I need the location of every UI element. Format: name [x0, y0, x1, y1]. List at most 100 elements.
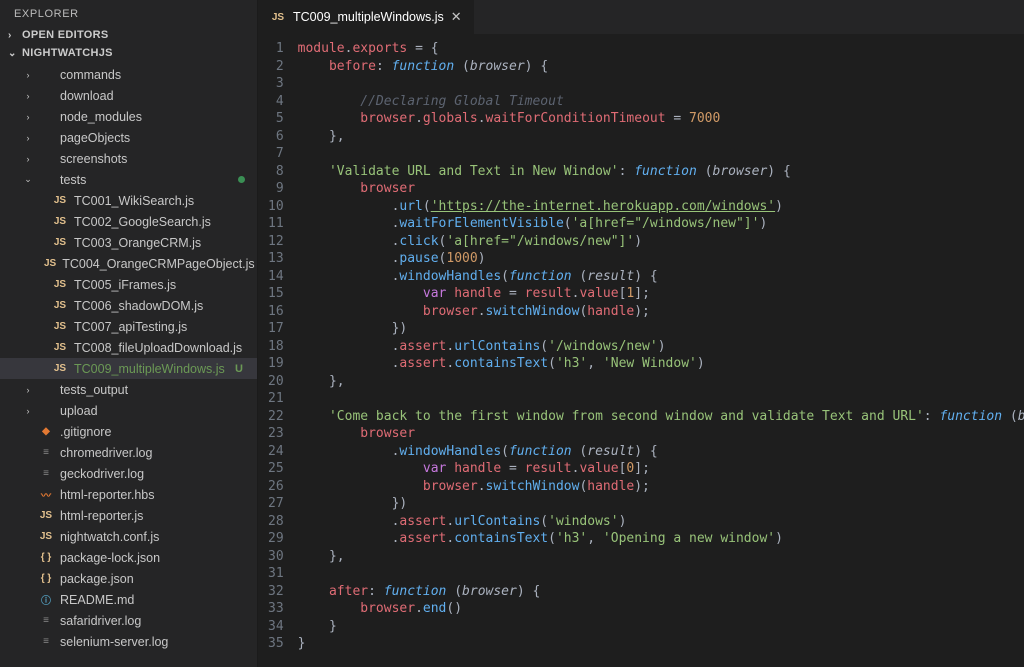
folder-pageObjects[interactable]: › pageObjects: [0, 127, 257, 148]
file-tree: ›commands›download›node_modules›pageObje…: [0, 62, 257, 654]
chevron-right-icon: ›: [24, 406, 32, 416]
file-TC009_multipleWindows.js[interactable]: JS TC009_multipleWindows.js U: [0, 358, 257, 379]
tree-item-label: TC008_fileUploadDownload.js: [74, 341, 242, 355]
file-selenium-server.log[interactable]: ≡selenium-server.log: [0, 631, 257, 652]
close-icon[interactable]: ✕: [451, 9, 462, 25]
tree-item-label: download: [60, 89, 114, 103]
file-TC003_OrangeCRM.js[interactable]: JS TC003_OrangeCRM.js: [0, 232, 257, 253]
log-file-icon: ≡: [38, 466, 54, 482]
open-editors-label: OPEN EDITORS: [22, 29, 109, 41]
tree-item-label: pageObjects: [60, 131, 130, 145]
folder-icon: [38, 382, 54, 398]
folder-icon: [38, 130, 54, 146]
tree-item-label: TC009_multipleWindows.js: [74, 362, 225, 376]
js-file-icon: JS: [52, 340, 68, 356]
tree-item-label: package-lock.json: [60, 551, 160, 565]
code-area[interactable]: 1 2 3 4 5 6 7 8 9 10 11 12 13 14 15 16 1…: [258, 34, 1024, 667]
tab-active[interactable]: JS TC009_multipleWindows.js ✕: [258, 0, 475, 34]
folder-node_modules[interactable]: › node_modules: [0, 106, 257, 127]
tree-item-label: tests_output: [60, 383, 128, 397]
folder-commands[interactable]: ›commands: [0, 64, 257, 85]
file-geckodriver.log[interactable]: ≡ geckodriver.log: [0, 463, 257, 484]
js-file-icon: JS: [52, 361, 68, 377]
tree-item-label: TC004_OrangeCRMPageObject.js: [62, 257, 254, 271]
project-section[interactable]: ⌄ NIGHTWATCHJS: [0, 44, 257, 62]
tree-item-label: safaridriver.log: [60, 614, 141, 628]
tree-item-label: screenshots: [60, 152, 127, 166]
json-file-icon: { }: [38, 571, 54, 587]
tree-item-label: chromedriver.log: [60, 446, 152, 460]
file-nightwatch.conf.js[interactable]: JS nightwatch.conf.js: [0, 526, 257, 547]
tree-item-label: TC002_GoogleSearch.js: [74, 215, 211, 229]
line-number-gutter: 1 2 3 4 5 6 7 8 9 10 11 12 13 14 15 16 1…: [258, 34, 298, 667]
js-file-icon: JS: [52, 319, 68, 335]
code-content[interactable]: module.exports = { before: function (bro…: [298, 34, 1024, 667]
git-status-badge: U: [235, 363, 243, 375]
chevron-right-icon: ›: [24, 385, 32, 395]
explorer-title: EXPLORER: [0, 0, 257, 26]
file-html-reporter.hbs[interactable]: 〰html-reporter.hbs: [0, 484, 257, 505]
explorer-sidebar: EXPLORER › OPEN EDITORS ⌄ NIGHTWATCHJS ›…: [0, 0, 258, 667]
tree-item-label: tests: [60, 173, 86, 187]
folder-icon: [38, 403, 54, 419]
tree-item-label: geckodriver.log: [60, 467, 144, 481]
tree-item-label: node_modules: [60, 110, 142, 124]
json-file-icon: { }: [38, 550, 54, 566]
file-html-reporter.js[interactable]: JS html-reporter.js: [0, 505, 257, 526]
folder-upload[interactable]: › upload: [0, 400, 257, 421]
js-file-icon: JS: [38, 529, 54, 545]
hbs-file-icon: 〰: [38, 487, 54, 503]
folder-screenshots[interactable]: › screenshots: [0, 148, 257, 169]
folder-tests_output[interactable]: › tests_output: [0, 379, 257, 400]
tree-item-label: nightwatch.conf.js: [60, 530, 159, 544]
project-name-label: NIGHTWATCHJS: [22, 47, 113, 59]
file-TC001_WikiSearch.js[interactable]: JSTC001_WikiSearch.js: [0, 190, 257, 211]
file-TC002_GoogleSearch.js[interactable]: JS TC002_GoogleSearch.js: [0, 211, 257, 232]
js-file-icon: JS: [52, 214, 68, 230]
folder-icon: [38, 67, 54, 83]
js-file-icon: JS: [270, 9, 286, 25]
tree-item-label: TC005_iFrames.js: [74, 278, 176, 292]
tree-item-label: TC001_WikiSearch.js: [74, 194, 194, 208]
log-file-icon: ≡: [38, 613, 54, 629]
js-file-icon: JS: [38, 508, 54, 524]
file-.gitignore[interactable]: ◆.gitignore: [0, 421, 257, 442]
file-TC007_apiTesting.js[interactable]: JS TC007_apiTesting.js: [0, 316, 257, 337]
chevron-right-icon: ›: [24, 133, 32, 143]
file-TC004_OrangeCRMPageObject.js[interactable]: JS TC004_OrangeCRMPageObject.js: [0, 253, 257, 274]
tab-filename: TC009_multipleWindows.js: [293, 10, 444, 24]
tree-item-label: upload: [60, 404, 98, 418]
tree-item-label: TC003_OrangeCRM.js: [74, 236, 201, 250]
chevron-right-icon: ›: [24, 112, 32, 122]
log-file-icon: ≡: [38, 634, 54, 650]
js-file-icon: JS: [44, 256, 56, 272]
tree-item-label: TC007_apiTesting.js: [74, 320, 187, 334]
folder-icon: [38, 88, 54, 104]
file-TC006_shadowDOM.js[interactable]: JSTC006_shadowDOM.js: [0, 295, 257, 316]
log-file-icon: ≡: [38, 445, 54, 461]
tree-item-label: README.md: [60, 593, 134, 607]
folder-tests[interactable]: ⌄ tests: [0, 169, 257, 190]
folder-download[interactable]: › download: [0, 85, 257, 106]
chevron-down-icon: ⌄: [8, 48, 18, 59]
chevron-right-icon: ›: [8, 30, 18, 41]
tree-item-label: package.json: [60, 572, 134, 586]
folder-icon: [38, 172, 54, 188]
file-package-lock.json[interactable]: { } package-lock.json: [0, 547, 257, 568]
tree-item-label: commands: [60, 68, 121, 82]
chevron-right-icon: ›: [24, 154, 32, 164]
tree-item-label: html-reporter.js: [60, 509, 143, 523]
tree-item-label: .gitignore: [60, 425, 111, 439]
file-README.md[interactable]: ⓘ README.md: [0, 589, 257, 610]
file-TC008_fileUploadDownload.js[interactable]: JS TC008_fileUploadDownload.js: [0, 337, 257, 358]
folder-icon: [38, 151, 54, 167]
md-file-icon: ⓘ: [38, 592, 54, 608]
file-TC005_iFrames.js[interactable]: JSTC005_iFrames.js: [0, 274, 257, 295]
js-file-icon: JS: [52, 235, 68, 251]
chevron-down-icon: ⌄: [24, 174, 32, 185]
chevron-right-icon: ›: [24, 91, 32, 101]
open-editors-section[interactable]: › OPEN EDITORS: [0, 26, 257, 44]
file-safaridriver.log[interactable]: ≡ safaridriver.log: [0, 610, 257, 631]
file-chromedriver.log[interactable]: ≡ chromedriver.log: [0, 442, 257, 463]
file-package.json[interactable]: { } package.json: [0, 568, 257, 589]
